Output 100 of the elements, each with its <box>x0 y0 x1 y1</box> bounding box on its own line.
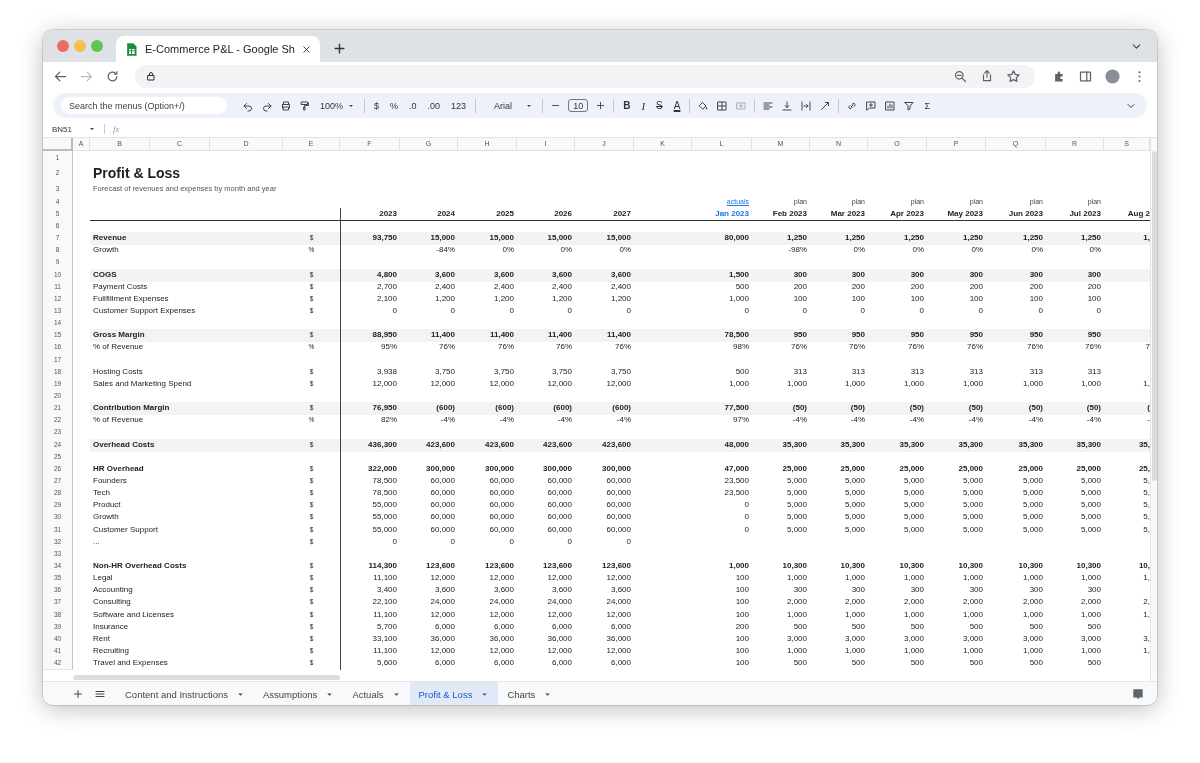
menu-icon[interactable] <box>94 688 106 700</box>
sidebar-icon[interactable] <box>1078 68 1093 84</box>
merge-cells-icon[interactable] <box>735 99 748 112</box>
functions-button[interactable]: Σ <box>922 100 932 111</box>
table-cell-text: 1,000 <box>727 559 750 572</box>
zoom-out-icon[interactable] <box>953 68 968 84</box>
sheet-tab[interactable]: Charts <box>498 682 562 705</box>
table-cell-text: 300,000 <box>601 462 632 475</box>
vertical-align-icon[interactable] <box>781 99 794 112</box>
strikethrough-button[interactable]: S <box>654 100 665 111</box>
sheet-tab[interactable]: Content and Instructions <box>116 682 254 705</box>
table-cell-text: 100 <box>734 596 750 609</box>
caret-icon[interactable] <box>88 125 96 133</box>
font-size-field[interactable]: 10 <box>568 99 589 112</box>
table-cell-text: 60,000 <box>605 474 632 487</box>
table-cell-text: 76% <box>848 341 866 354</box>
table-cell-text: 100 <box>1086 292 1102 305</box>
percent-button[interactable]: % <box>388 100 401 111</box>
table-cell-text: 12,000 <box>429 572 456 585</box>
search-field[interactable]: Search the menus (Option+/) <box>61 97 227 114</box>
table-cell: 5,700 <box>340 620 400 634</box>
italic-button[interactable]: I <box>639 99 648 112</box>
table-cell-text: 25,000 <box>839 462 866 475</box>
column-heading: Aug 2 <box>1126 208 1150 220</box>
lock-icon[interactable] <box>145 70 157 82</box>
table-cell-text: 100 <box>909 292 925 305</box>
table-cell-text: 0 <box>1037 305 1044 317</box>
table-cell: 82% <box>340 414 400 428</box>
table-cell-text: 5,000 <box>1079 487 1102 500</box>
table-cell-text: 3,600 <box>550 268 573 281</box>
plus-icon[interactable] <box>595 100 607 111</box>
table-cell-text: 5,000 <box>1079 511 1102 524</box>
table-cell-text: 76% <box>907 341 925 354</box>
number-format-button[interactable]: 123 <box>449 100 469 111</box>
table-cell-text: 7 <box>1144 341 1150 354</box>
table-cell-text: 5,000 <box>961 499 984 512</box>
borders-icon[interactable] <box>716 99 729 112</box>
filter-icon[interactable] <box>903 99 916 112</box>
share-icon[interactable] <box>980 69 994 83</box>
add-sheet-icon[interactable] <box>72 688 84 700</box>
font-dropdown[interactable]: Arial <box>483 100 536 111</box>
star-icon[interactable] <box>1006 68 1021 84</box>
table-cell-text: 500 <box>850 657 866 670</box>
table-cell-text: 12,000 <box>546 644 573 657</box>
table-cell-text: 100 <box>734 572 750 585</box>
print-icon[interactable] <box>280 99 292 112</box>
sheet-tab[interactable]: Profit & Loss <box>409 682 499 705</box>
column-heading: 2027 <box>612 208 632 220</box>
comment-icon[interactable] <box>865 99 878 112</box>
name-box[interactable]: BN51 <box>43 124 88 134</box>
table-cell-text: 123,600 <box>542 559 573 572</box>
table-cell-text: 5,000 <box>785 511 808 524</box>
formula-label: fx <box>113 124 120 134</box>
table-cell-text: 1,000 <box>902 608 925 621</box>
decrease-decimals-button[interactable]: .0 <box>407 100 419 111</box>
explore-icon[interactable] <box>1131 687 1145 701</box>
increase-decimals-button[interactable]: .00 <box>425 100 443 111</box>
text-rotation-icon[interactable] <box>819 99 832 112</box>
close-icon[interactable] <box>301 43 312 55</box>
align-left-icon[interactable] <box>762 99 775 112</box>
browser-tab[interactable]: E-Commerce P&L - Google Sh <box>116 36 320 62</box>
table-cell-text: 300 <box>1028 584 1044 597</box>
table-cell-text: 5,000 <box>843 474 866 487</box>
currency-button[interactable]: $ <box>372 100 382 111</box>
scrollbar-thumb[interactable] <box>1152 151 1157 481</box>
table-cell-text: 200 <box>909 280 925 293</box>
table-cell-text: 300,000 <box>484 462 515 475</box>
table-cell-text: 12,000 <box>546 608 573 621</box>
table-cell: 436,300 <box>340 438 400 452</box>
table-cell-text: 6,000 <box>609 620 632 633</box>
table-cell-text: -4% <box>849 414 866 427</box>
row-label: % of Revenue <box>92 414 145 427</box>
zoom-dropdown[interactable]: 100% <box>318 100 358 111</box>
scrollbar-thumb[interactable] <box>73 675 340 680</box>
text-wrap-icon[interactable] <box>800 99 813 112</box>
table-cell: 95% <box>340 341 400 355</box>
row-label: Non-HR Overhead Costs <box>92 559 188 572</box>
table-cell-text: 1,000 <box>902 377 925 390</box>
table-cell-text: 3,600 <box>609 268 632 281</box>
table-cell-text: 60,000 <box>546 511 573 524</box>
chart-icon[interactable] <box>884 99 897 112</box>
table-cell-text: 76% <box>438 341 456 354</box>
bold-button[interactable]: B <box>621 100 633 111</box>
table-cell-text: 6,000 <box>609 657 632 670</box>
text-color-button[interactable]: A <box>671 100 683 111</box>
table-cell-text: 0 <box>566 535 573 548</box>
avatar-icon[interactable] <box>1104 67 1121 85</box>
table-cell: 55,000 <box>340 511 400 525</box>
fill-bucket-icon[interactable] <box>697 99 710 112</box>
new-tab-icon[interactable] <box>332 41 347 56</box>
table-cell-text: 1,000 <box>902 572 925 585</box>
sheets-logo-icon[interactable] <box>124 41 139 57</box>
table-cell-text: 0 <box>1095 305 1102 317</box>
sheet-tab[interactable]: Actuals <box>343 682 410 705</box>
paint-format-icon[interactable] <box>299 99 311 112</box>
table-cell-text: 100 <box>734 644 750 657</box>
table-cell-text: 24,000 <box>546 596 573 609</box>
sheet-tab[interactable]: Assumptions <box>254 682 344 705</box>
table-cell-text: 60,000 <box>546 474 573 487</box>
reload-icon[interactable] <box>105 68 120 84</box>
